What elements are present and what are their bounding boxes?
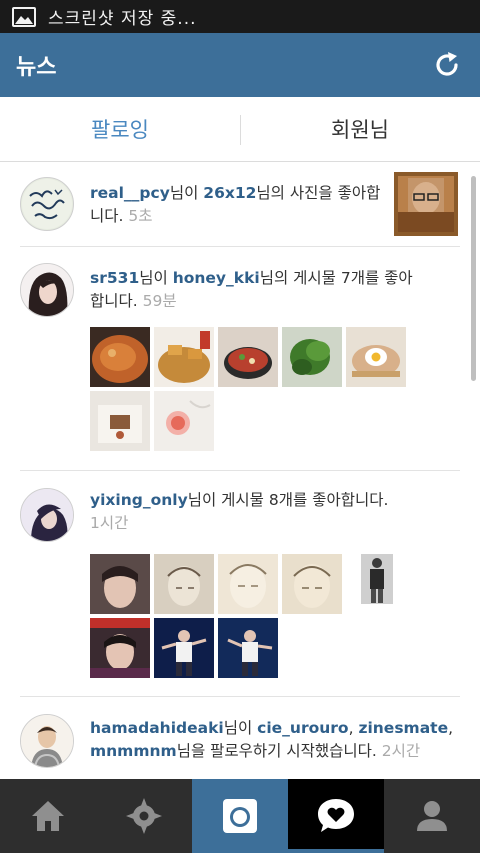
home-icon xyxy=(32,801,64,831)
text-part: 님이 xyxy=(169,184,204,202)
username-link[interactable]: sr531 xyxy=(90,269,139,287)
nav-explore[interactable] xyxy=(96,779,192,853)
text-part: 님이 xyxy=(139,269,173,287)
app-bar: 뉴스 xyxy=(0,33,480,97)
news-heart-icon xyxy=(318,799,354,832)
username-link[interactable]: cie_urouro xyxy=(257,719,348,737)
timestamp: 2시간 xyxy=(381,742,421,760)
photo-thumbnail[interactable] xyxy=(282,554,342,614)
avatar[interactable] xyxy=(20,714,74,768)
avatar[interactable] xyxy=(20,488,74,542)
status-text: 스크린샷 저장 중... xyxy=(48,9,197,29)
nav-home[interactable] xyxy=(0,779,96,853)
username-link[interactable]: hamadahideaki xyxy=(90,719,224,737)
timestamp: 5초 xyxy=(128,207,153,225)
tab-following[interactable]: 팔로잉 xyxy=(0,97,240,161)
username-link[interactable]: zinesmate xyxy=(358,719,448,737)
text-part: , xyxy=(448,719,454,737)
photo-thumbnail[interactable] xyxy=(90,618,150,678)
photo-thumbnail[interactable] xyxy=(90,327,150,387)
username-link[interactable]: yixing_only xyxy=(90,491,188,509)
photo-thumbnail[interactable] xyxy=(218,554,278,614)
photo-thumbnail[interactable] xyxy=(90,554,150,614)
username-link[interactable]: real__pcy xyxy=(90,184,170,202)
nav-profile[interactable] xyxy=(384,779,480,853)
photo-thumbnail[interactable] xyxy=(154,391,214,451)
username-link[interactable]: honey_kki xyxy=(173,269,260,287)
photo-thumbnail[interactable] xyxy=(346,327,406,387)
photo-thumbnail[interactable] xyxy=(218,618,278,678)
avatar[interactable] xyxy=(20,263,74,317)
photo-thumbnail[interactable] xyxy=(218,327,278,387)
username-link[interactable]: 26x12 xyxy=(203,184,256,202)
photo-thumbnail[interactable] xyxy=(154,554,214,614)
notification-text: yixing_only님이 게시물 8개를 좋아합니다. 1시간 xyxy=(90,489,440,535)
notification-text: hamadahideaki님이 cie_urouro, zinesmate, m… xyxy=(90,717,462,763)
photo-thumbnail[interactable] xyxy=(394,172,458,236)
tab-bar: 팔로잉 회원님 xyxy=(0,97,480,162)
text-part: 님을 팔로우하기 시작했습니다. xyxy=(176,742,377,760)
page-title: 뉴스 xyxy=(16,55,57,80)
news-feed: real__pcy님이 26x12님의 사진을 좋아합니다. 5초 sr531님… xyxy=(0,162,480,779)
list-item[interactable]: sr531님이 honey_kki님의 게시물 7개를 좋아합니다. 59분 xyxy=(20,247,460,471)
notification-text: real__pcy님이 26x12님의 사진을 좋아합니다. 5초 xyxy=(90,182,390,228)
photo-thumbnail[interactable] xyxy=(90,391,150,451)
status-bar: 스크린샷 저장 중... xyxy=(0,0,480,33)
profile-icon xyxy=(417,801,447,831)
timestamp: 59분 xyxy=(142,292,177,310)
explore-icon xyxy=(126,798,162,834)
username-link[interactable]: mnmmnm xyxy=(90,742,177,760)
photo-thumbnail[interactable] xyxy=(154,327,214,387)
scrollbar[interactable] xyxy=(471,176,476,381)
bottom-navigation xyxy=(0,779,480,853)
text-part: 님이 xyxy=(223,719,258,737)
avatar[interactable] xyxy=(20,177,74,231)
nav-news[interactable] xyxy=(288,779,384,853)
photo-thumbnail[interactable] xyxy=(282,327,342,387)
list-item[interactable]: yixing_only님이 게시물 8개를 좋아합니다. 1시간 xyxy=(20,471,460,697)
text-part: 님이 게시물 8개를 좋아합니다. xyxy=(187,491,389,509)
image-icon xyxy=(12,6,36,27)
tab-you[interactable]: 회원님 xyxy=(240,97,480,161)
photo-thumbnail[interactable] xyxy=(154,618,214,678)
list-item[interactable]: real__pcy님이 26x12님의 사진을 좋아합니다. 5초 xyxy=(20,162,460,247)
camera-icon xyxy=(223,799,257,833)
photo-thumbnail[interactable] xyxy=(361,554,393,604)
refresh-icon[interactable] xyxy=(432,50,462,80)
timestamp: 1시간 xyxy=(90,514,129,532)
tab-divider xyxy=(240,115,241,145)
list-item[interactable]: hamadahideaki님이 cie_urouro, zinesmate, m… xyxy=(20,697,460,779)
text-part: , xyxy=(348,719,359,737)
notification-text: sr531님이 honey_kki님의 게시물 7개를 좋아합니다. 59분 xyxy=(90,267,420,313)
nav-camera[interactable] xyxy=(192,779,288,853)
